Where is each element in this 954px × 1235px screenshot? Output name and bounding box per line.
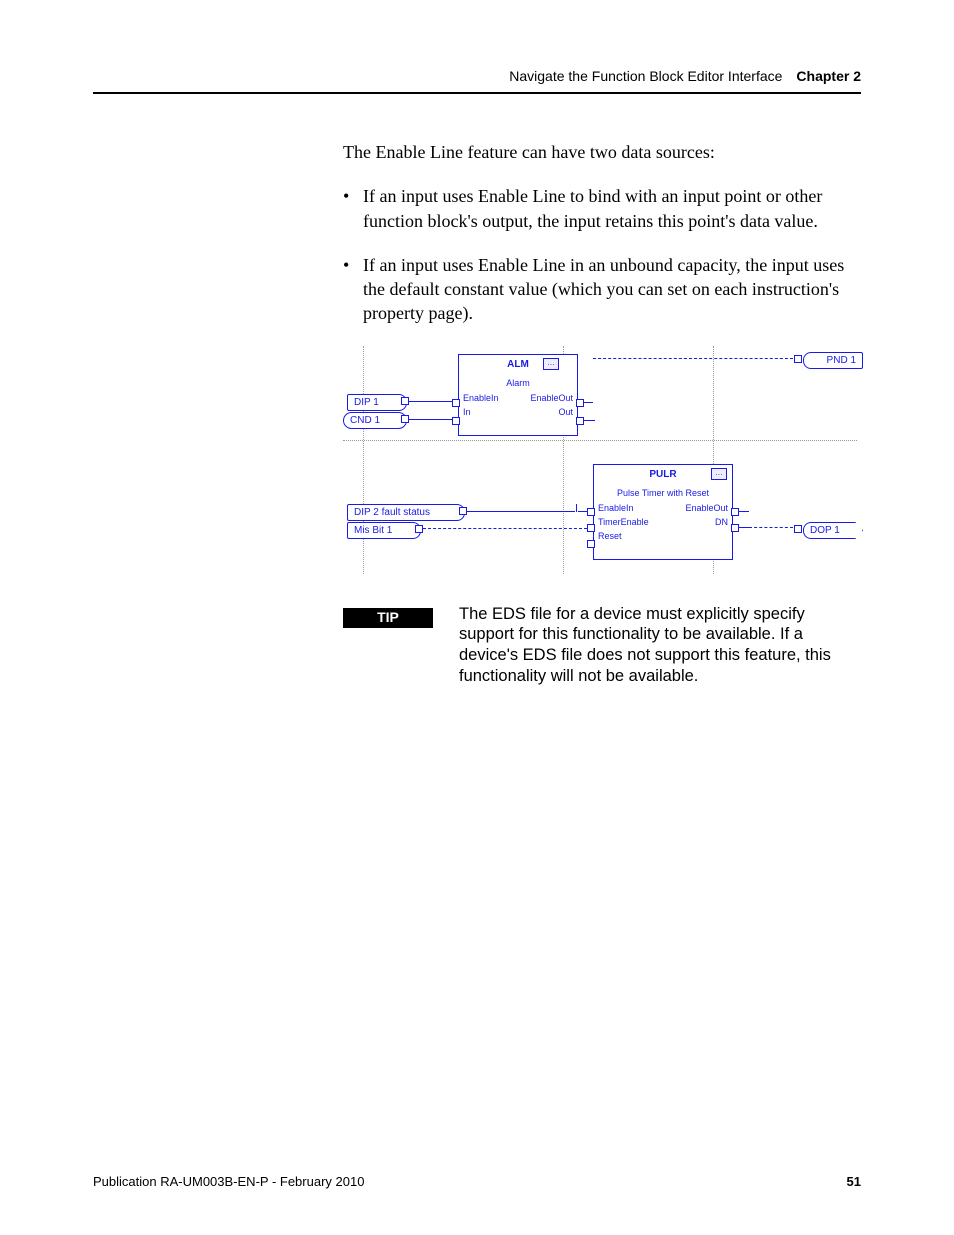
intro-paragraph: The Enable Line feature can have two dat… [343, 140, 861, 164]
block-alm-subtitle: Alarm [459, 377, 577, 389]
page-footer: Publication RA-UM003B-EN-P - February 20… [93, 1174, 861, 1189]
block-alm-port-right-1: Out [558, 405, 573, 419]
block-pulr-port-left-1: TimerEnable [598, 515, 649, 529]
block-pulr-port-left-0: EnableIn [598, 501, 634, 515]
block-pulr-port-right-1: DN [715, 515, 728, 529]
block-pulr-name: PULR [649, 468, 676, 482]
block-pulr-subtitle: Pulse Timer with Reset [594, 487, 732, 499]
tag-dip2: DIP 2 fault status [347, 504, 465, 522]
block-pulr-detail-icon: … [711, 468, 727, 480]
tag-misbit1: Mis Bit 1 [347, 522, 421, 540]
running-head-chapter: Chapter 2 [796, 68, 861, 84]
tag-dop1: DOP 1 [803, 522, 856, 540]
tag-dip1: DIP 1 [347, 394, 407, 412]
footer-publication: Publication RA-UM003B-EN-P - February 20… [93, 1174, 364, 1189]
block-pulr-port-right-0: EnableOut [685, 501, 728, 515]
bullet-list: If an input uses Enable Line to bind wit… [343, 184, 861, 325]
function-block-diagram: ALM Alarm EnableIn EnableOut In Out … [343, 346, 857, 574]
block-alm-port-left-1: In [463, 405, 471, 419]
bullet-item: If an input uses Enable Line to bind wit… [343, 184, 861, 233]
block-alm: ALM Alarm EnableIn EnableOut In Out [458, 354, 578, 436]
running-head-title: Navigate the Function Block Editor Inter… [509, 68, 782, 84]
running-head: Navigate the Function Block Editor Inter… [93, 68, 861, 94]
footer-page-number: 51 [847, 1174, 861, 1189]
block-pulr-port-left-2: Reset [598, 529, 622, 543]
block-alm-name: ALM [507, 358, 529, 372]
tag-cnd1: CND 1 [343, 412, 407, 430]
tip-label: TIP [343, 608, 433, 628]
tip-text: The EDS file for a device must explicitl… [459, 604, 861, 687]
block-alm-port-right-0: EnableOut [530, 391, 573, 405]
tip-block: TIP The EDS file for a device must expli… [343, 604, 861, 687]
block-alm-port-left-0: EnableIn [463, 391, 499, 405]
bullet-item: If an input uses Enable Line in an unbou… [343, 253, 861, 326]
block-alm-detail-icon: … [543, 358, 559, 370]
tag-pnd1: PND 1 [803, 352, 863, 370]
